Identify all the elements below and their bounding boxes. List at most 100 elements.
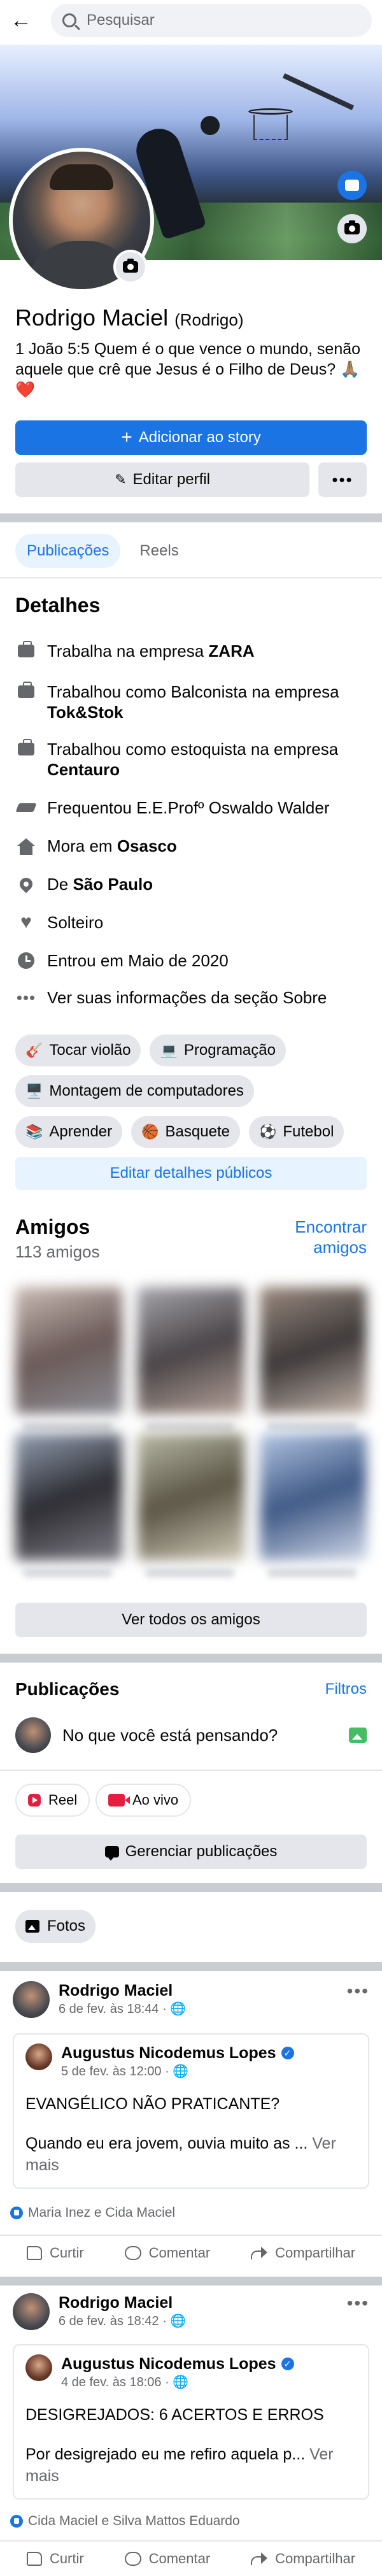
section-divider bbox=[0, 2277, 382, 2286]
find-friends-link[interactable]: Encontrar amigos bbox=[265, 1217, 367, 1257]
detail-see-about[interactable]: ••• Ver suas informações da seção Sobre bbox=[15, 987, 367, 1008]
composer-placeholder: No que você está pensando? bbox=[62, 1725, 278, 1745]
hobby-chip[interactable]: ⚽ Futebol bbox=[248, 1116, 344, 1148]
profile-tabs: Publicações Reels bbox=[15, 534, 190, 568]
back-arrow-icon[interactable]: ← bbox=[10, 10, 38, 31]
comment-button[interactable]: Comentar bbox=[124, 2551, 211, 2567]
manage-posts-icon bbox=[104, 1846, 119, 1861]
detail-company[interactable]: Tok&Stok bbox=[47, 703, 123, 722]
post-composer[interactable]: No que você está pensando? bbox=[15, 1716, 367, 1754]
add-story-button[interactable]: + Adicionar ao story bbox=[15, 420, 367, 455]
share-button[interactable]: Compartilhar bbox=[251, 2551, 355, 2567]
post-reactions[interactable]: Cida Maciel e Silva Mattos Eduardo bbox=[10, 2514, 240, 2529]
live-button[interactable]: Ao vivo bbox=[96, 1784, 192, 1817]
reel-label: Reel bbox=[48, 1792, 78, 1808]
section-divider bbox=[0, 513, 382, 522]
detail-text: Trabalha na empresa bbox=[47, 641, 209, 661]
detail-city[interactable]: São Paulo bbox=[73, 875, 153, 894]
home-icon bbox=[15, 836, 37, 856]
post-time[interactable]: 6 de fev. às 18:44 · 🌐 bbox=[59, 2000, 347, 2018]
avatar[interactable] bbox=[25, 2354, 52, 2381]
post-author[interactable]: Rodrigo Maciel bbox=[59, 2293, 347, 2312]
avatar[interactable] bbox=[25, 2043, 52, 2070]
top-bar: ← Pesquisar bbox=[0, 0, 382, 41]
hobby-chip[interactable]: 📚 Aprender bbox=[15, 1116, 123, 1148]
avatar-camera-button[interactable] bbox=[113, 250, 148, 284]
shared-post[interactable]: Augustus Nicodemus Lopes ✓ 4 de fev. às 1… bbox=[13, 2344, 369, 2500]
detail-lives-in: Mora em Osasco bbox=[15, 836, 367, 856]
search-placeholder: Pesquisar bbox=[87, 11, 155, 29]
reel-icon bbox=[28, 1794, 41, 1807]
detail-text: Mora em bbox=[47, 836, 117, 855]
like-button[interactable]: Curtir bbox=[26, 2245, 84, 2261]
like-label: Curtir bbox=[49, 2245, 84, 2261]
section-divider bbox=[0, 1962, 382, 1971]
friend-name-blurred bbox=[267, 1422, 357, 1431]
comment-label: Comentar bbox=[148, 2551, 211, 2566]
friend-thumbnail[interactable] bbox=[138, 1433, 244, 1561]
see-all-friends-button[interactable]: Ver todos os amigos bbox=[15, 1603, 367, 1637]
shared-post[interactable]: Augustus Nicodemus Lopes ✓ 5 de fev. às 1… bbox=[13, 2033, 369, 2189]
detail-text: Entrou em Maio de 2020 bbox=[47, 951, 229, 970]
friends-title: Amigos bbox=[15, 1215, 90, 1238]
more-options-button[interactable]: ••• bbox=[318, 462, 367, 497]
guitar-icon: 🎸 bbox=[25, 1042, 43, 1058]
friend-thumbnail[interactable] bbox=[260, 1287, 367, 1414]
comment-icon bbox=[124, 2552, 141, 2566]
comment-icon bbox=[124, 2246, 141, 2260]
avatar[interactable] bbox=[13, 1981, 50, 2018]
tabs-divider bbox=[0, 577, 382, 578]
friend-thumbnail[interactable] bbox=[15, 1433, 122, 1561]
detail-work-past-2: Trabalhou como estoquista na empresa Cen… bbox=[15, 739, 367, 780]
photo-icon[interactable] bbox=[349, 1728, 367, 1743]
post-reactions[interactable]: Maria Inez e Cida Maciel bbox=[10, 2205, 175, 2221]
post-more-icon[interactable]: ••• bbox=[347, 1981, 369, 2001]
friend-name-blurred bbox=[23, 1422, 112, 1431]
photos-button[interactable]: Fotos bbox=[15, 1910, 96, 1943]
live-label: Ao vivo bbox=[132, 1792, 179, 1808]
profile-info: Rodrigo Maciel (Rodrigo) 1 João 5:5 Quem… bbox=[15, 304, 367, 400]
shared-author[interactable]: Augustus Nicodemus Lopes bbox=[61, 2354, 276, 2373]
post-author[interactable]: Rodrigo Maciel bbox=[59, 1981, 347, 2000]
briefcase-icon bbox=[15, 641, 37, 661]
cover-camera-button[interactable] bbox=[337, 214, 367, 243]
location-pin-icon bbox=[15, 874, 37, 894]
friend-name-blurred bbox=[145, 1422, 234, 1431]
reel-button[interactable]: Reel bbox=[15, 1784, 90, 1817]
more-dots-icon: ••• bbox=[16, 988, 36, 1007]
cover-net bbox=[253, 115, 288, 140]
detail-text: Solteiro bbox=[47, 913, 104, 932]
detail-company[interactable]: ZARA bbox=[208, 641, 254, 661]
manage-posts-button[interactable]: Gerenciar publicações bbox=[15, 1835, 367, 1869]
profile-nickname: (Rodrigo) bbox=[174, 310, 244, 329]
desktop-icon: 🖥️ bbox=[25, 1083, 43, 1099]
frame-icon bbox=[345, 180, 359, 191]
hobby-chip[interactable]: 🎸 Tocar violão bbox=[15, 1034, 141, 1066]
post-time[interactable]: 6 de fev. às 18:42 · 🌐 bbox=[59, 2312, 347, 2330]
filters-link[interactable]: Filtros bbox=[290, 1679, 367, 1699]
shared-title: DESIGREJADOS: 6 ACERTOS E ERROS bbox=[25, 2406, 324, 2424]
edit-public-details-button[interactable]: Editar detalhes públicos bbox=[15, 1157, 367, 1190]
friend-thumbnail[interactable] bbox=[260, 1433, 367, 1561]
share-button[interactable]: Compartilhar bbox=[251, 2245, 355, 2261]
tab-publicacoes[interactable]: Publicações bbox=[15, 534, 121, 568]
detail-city[interactable]: Osasco bbox=[117, 836, 177, 855]
like-button[interactable]: Curtir bbox=[26, 2551, 84, 2567]
hobby-chip[interactable]: 🖥️ Montagem de computadores bbox=[15, 1075, 254, 1107]
tab-reels[interactable]: Reels bbox=[128, 534, 190, 568]
detail-company[interactable]: Centauro bbox=[47, 760, 120, 779]
friend-thumbnail[interactable] bbox=[138, 1287, 244, 1414]
edit-profile-button[interactable]: ✎ Editar perfil bbox=[15, 462, 309, 497]
comment-button[interactable]: Comentar bbox=[124, 2245, 210, 2261]
profile-actions-row: ✎ Editar perfil ••• bbox=[15, 462, 367, 497]
hobby-label: Montagem de computadores bbox=[49, 1082, 244, 1099]
cover-avatar-frame-button[interactable] bbox=[337, 171, 367, 200]
search-input[interactable]: Pesquisar bbox=[51, 4, 372, 37]
shared-author[interactable]: Augustus Nicodemus Lopes bbox=[61, 2043, 276, 2063]
hobby-chip[interactable]: 💻 Programação bbox=[150, 1034, 286, 1066]
friend-thumbnail[interactable] bbox=[15, 1287, 122, 1414]
share-icon bbox=[251, 2247, 268, 2259]
avatar[interactable] bbox=[13, 2293, 50, 2330]
post-more-icon[interactable]: ••• bbox=[347, 2293, 369, 2314]
hobby-chip[interactable]: 🏀 Basquete bbox=[131, 1116, 240, 1148]
